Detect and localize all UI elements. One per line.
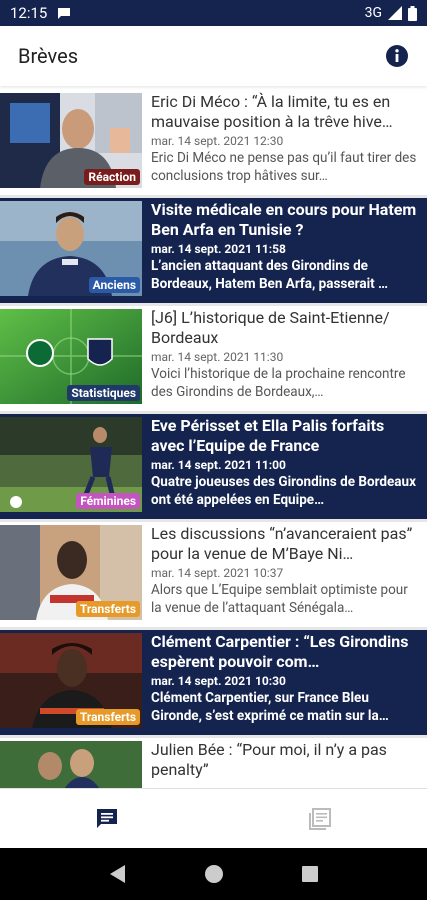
chat-icon — [96, 808, 117, 828]
home-icon[interactable] — [204, 864, 224, 884]
status-time: 12:15 — [10, 4, 48, 22]
bottom-navigation — [0, 788, 427, 848]
list-item[interactable]: Réaction Eric Di Méco : “À la limite, tu … — [0, 90, 427, 198]
recents-icon[interactable] — [301, 865, 319, 883]
article-date: mar. 14 sept. 2021 10:30 — [151, 674, 286, 688]
article-summary: Alors que L’Equipe semblait optimiste po… — [151, 582, 408, 616]
article-title: Julien Bée : “Pour moi, il n’y a pas pen… — [151, 740, 387, 779]
category-badge: Anciens — [88, 277, 140, 293]
article-thumbnail: Transferts — [0, 525, 142, 620]
article-text: [J6] L’historique de Saint-Etienne/ Bord… — [142, 306, 427, 411]
list-item[interactable]: Anciens Visite médicale en cours pour Hat… — [0, 198, 427, 306]
article-text: Clément Carpentier : “Les Girondins espè… — [142, 630, 427, 735]
signal-icon — [388, 6, 402, 20]
article-date: mar. 14 sept. 2021 11:30 — [151, 350, 284, 364]
list-item[interactable]: Julien Bée : “Pour moi, il n’y a pas pen… — [0, 738, 427, 788]
list-item[interactable]: Statistiques [J6] L’historique de Saint-E… — [0, 306, 427, 414]
article-thumbnail: Transferts — [0, 633, 142, 728]
article-title: Clément Carpentier : “Les Girondins espè… — [151, 632, 409, 671]
status-bar: 12:15 3G — [0, 0, 427, 26]
network-type: 3G — [364, 5, 382, 21]
notification-chat-icon — [58, 8, 71, 19]
article-thumbnail: Statistiques — [0, 309, 142, 404]
article-text: Les discussions “n’avanceraient pas” pou… — [142, 522, 427, 627]
article-summary: Voici l’historique de la prochaine renco… — [151, 366, 406, 400]
article-title: Visite médicale en cours pour Hatem Ben … — [151, 200, 417, 239]
article-text: Eric Di Méco : “À la limite, tu es en ma… — [142, 90, 427, 195]
article-title: Les discussions “n’avanceraient pas” pou… — [151, 524, 413, 563]
article-thumbnail: Féminines — [0, 417, 142, 512]
article-date: mar. 14 sept. 2021 10:37 — [151, 566, 284, 580]
page-title: Brèves — [18, 44, 79, 68]
list-item[interactable]: Transferts Clément Carpentier : “Les Giro… — [0, 630, 427, 738]
article-text: Visite médicale en cours pour Hatem Ben … — [142, 198, 427, 303]
tab-articles[interactable] — [214, 789, 427, 848]
article-summary: L’ancien attaquant des Girondins de Bord… — [151, 258, 389, 292]
article-date: mar. 14 sept. 2021 12:30 — [151, 134, 284, 148]
article-date: mar. 14 sept. 2021 11:00 — [151, 458, 286, 472]
category-badge: Statistiques — [67, 385, 140, 401]
newspaper-icon — [309, 807, 332, 830]
category-badge: Transferts — [75, 601, 140, 617]
list-item[interactable]: Transferts Les discussions “n’avanceraien… — [0, 522, 427, 630]
app-bar: Brèves — [0, 26, 427, 86]
article-date: mar. 14 sept. 2021 11:58 — [151, 242, 286, 256]
article-text: Julien Bée : “Pour moi, il n’y a pas pen… — [142, 738, 427, 788]
category-badge: Réaction — [84, 169, 140, 185]
tab-breves[interactable] — [0, 789, 214, 848]
article-summary: Eric Di Méco ne pense pas qu’il faut tir… — [151, 150, 417, 184]
article-summary: Clément Carpentier, sur France Bleu Giro… — [151, 690, 389, 724]
list-item[interactable]: Féminines Eve Périsset et Ella Palis forf… — [0, 414, 427, 522]
article-thumbnail: Anciens — [0, 201, 142, 296]
category-badge: Féminines — [76, 493, 140, 509]
status-icons: 3G — [365, 5, 417, 21]
article-thumbnail — [0, 741, 142, 788]
article-thumbnail: Réaction — [0, 93, 142, 188]
article-title: Eve Périsset et Ella Palis forfaits avec… — [151, 416, 385, 455]
system-navigation-bar — [0, 848, 427, 900]
article-text: Eve Périsset et Ella Palis forfaits avec… — [142, 414, 427, 519]
article-summary: Quatre joueuses des Girondins de Bordeau… — [151, 474, 416, 508]
back-icon[interactable] — [109, 864, 127, 884]
article-title: [J6] L’historique de Saint-Etienne/ Bord… — [151, 308, 390, 347]
battery-icon — [408, 5, 417, 21]
category-badge: Transferts — [75, 709, 140, 725]
news-list[interactable]: Réaction Eric Di Méco : “À la limite, tu … — [0, 90, 427, 788]
article-title: Eric Di Méco : “À la limite, tu es en ma… — [151, 92, 393, 131]
info-icon[interactable] — [385, 44, 409, 68]
